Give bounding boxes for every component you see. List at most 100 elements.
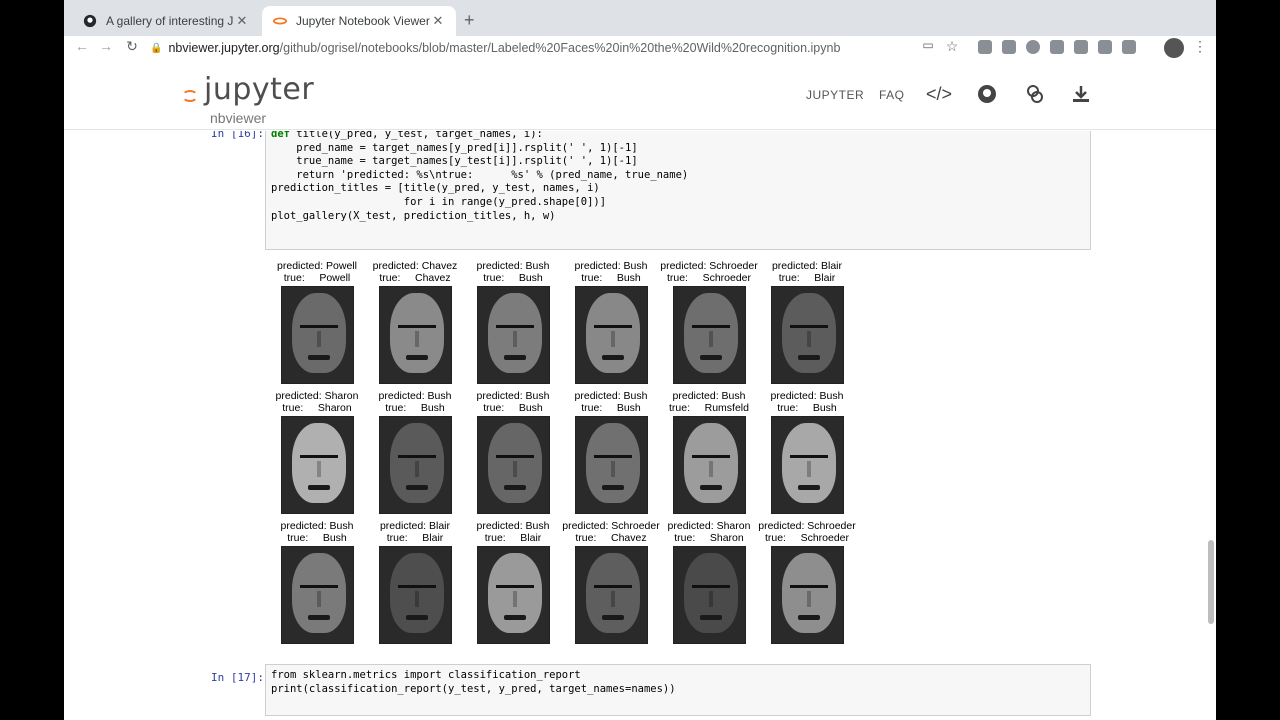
extension-icon[interactable] bbox=[1050, 40, 1064, 54]
face-mouth bbox=[405, 485, 428, 490]
predicted-label: predicted: Bush bbox=[574, 260, 648, 272]
predicted-label: predicted: Schroeder bbox=[758, 520, 856, 532]
jupyter-logo-icon bbox=[182, 90, 198, 102]
face-nose bbox=[512, 331, 517, 347]
gallery-item: predicted: Schroeder true: Schroeder bbox=[758, 520, 856, 644]
code-line: def title(y_pred, y_test, target_names, … bbox=[271, 131, 1085, 142]
tab-nbviewer[interactable]: Jupyter Notebook Viewer ✕ bbox=[262, 6, 456, 36]
code-text: title(y_pred, y_test, target_names, i): bbox=[296, 131, 543, 140]
gallery-item: predicted: Schroeder true: Chavez bbox=[562, 520, 660, 644]
nav-jupyter-link[interactable]: JUPYTER bbox=[806, 88, 864, 102]
face-image bbox=[476, 286, 550, 384]
browser-toolbar: ← → ↻ 🔒 nbviewer.jupyter.org /github/ogr… bbox=[64, 36, 1216, 60]
face-image bbox=[672, 546, 746, 644]
predicted-label: predicted: Bush bbox=[574, 390, 648, 402]
face-image bbox=[280, 546, 354, 644]
code-line: plot_gallery(X_test, prediction_titles, … bbox=[271, 209, 556, 222]
gallery-item: predicted: Bush true: Bush bbox=[366, 390, 464, 514]
extension-icon[interactable] bbox=[1074, 40, 1088, 54]
true-label: true: Blair bbox=[778, 272, 836, 284]
jupyter-logo[interactable]: jupyter nbviewer bbox=[182, 72, 315, 126]
true-label: true: Bush bbox=[385, 402, 445, 414]
notebook-body: In [16]: def title(y_pred, y_test, targe… bbox=[64, 131, 1216, 720]
face-image bbox=[672, 416, 746, 514]
logo-subtitle: nbviewer bbox=[210, 110, 267, 126]
address-bar[interactable]: 🔒 nbviewer.jupyter.org /github/ogrisel/n… bbox=[150, 36, 980, 60]
true-label: true: Sharon bbox=[674, 532, 744, 544]
profile-avatar[interactable] bbox=[1164, 38, 1184, 58]
menu-icon[interactable]: ⋮ bbox=[1190, 38, 1210, 55]
extension-icon[interactable] bbox=[978, 40, 992, 54]
logo-text: jupyter bbox=[204, 72, 315, 107]
extension-icon[interactable] bbox=[1026, 40, 1040, 54]
predicted-label: predicted: Bush bbox=[476, 520, 550, 532]
code-cell-16[interactable]: def title(y_pred, y_test, target_names, … bbox=[265, 131, 1091, 250]
face-mouth bbox=[405, 615, 428, 620]
bookmark-star-icon[interactable]: ☆ bbox=[942, 38, 962, 55]
binder-icon[interactable] bbox=[1024, 84, 1046, 106]
face-nose bbox=[316, 591, 321, 607]
face-image bbox=[770, 286, 844, 384]
tab-gallery[interactable]: A gallery of interesting Jupyter ✕ bbox=[72, 6, 260, 36]
gallery-item: predicted: Bush true: Bush bbox=[562, 260, 660, 384]
download-icon[interactable] bbox=[1070, 84, 1092, 106]
close-tab-icon[interactable]: ✕ bbox=[430, 13, 446, 29]
gallery-item: predicted: Sharon true: Sharon bbox=[268, 390, 366, 514]
github-favicon-icon bbox=[82, 13, 98, 29]
browser-window: A gallery of interesting Jupyter ✕ Jupyt… bbox=[64, 0, 1216, 720]
predicted-label: predicted: Bush bbox=[770, 390, 844, 402]
face-nose bbox=[512, 591, 517, 607]
face-nose bbox=[316, 331, 321, 347]
true-label: true: Powell bbox=[283, 272, 351, 284]
github-icon[interactable] bbox=[976, 84, 998, 106]
face-image bbox=[574, 416, 648, 514]
face-mouth bbox=[797, 355, 820, 360]
code-line: return 'predicted: %s\ntrue: %s' % (pred… bbox=[271, 168, 689, 181]
face-nose bbox=[806, 461, 811, 477]
gallery-item: predicted: Bush true: Bush bbox=[464, 390, 562, 514]
true-label: true: Bush bbox=[483, 272, 543, 284]
gallery-item: predicted: Bush true: Rumsfeld bbox=[660, 390, 758, 514]
page-scrollbar[interactable] bbox=[1208, 540, 1214, 624]
code-line: print(classification_report(y_test, y_pr… bbox=[271, 682, 676, 695]
true-label: true: Bush bbox=[777, 402, 837, 414]
face-nose bbox=[414, 331, 419, 347]
close-tab-icon[interactable]: ✕ bbox=[234, 13, 250, 29]
cell-prompt: In [16]: bbox=[211, 131, 264, 140]
gallery-item: predicted: Blair true: Blair bbox=[366, 520, 464, 644]
code-line: for i in range(y_pred.shape[0])] bbox=[271, 195, 607, 208]
gallery-item: predicted: Bush true: Bush bbox=[562, 390, 660, 514]
face-mouth bbox=[601, 485, 624, 490]
reload-icon[interactable]: ↻ bbox=[122, 38, 142, 55]
face-nose bbox=[414, 461, 419, 477]
url-path: /github/ogrisel/notebooks/blob/master/La… bbox=[279, 41, 841, 55]
code-icon[interactable]: </> bbox=[926, 84, 952, 106]
face-mouth bbox=[797, 485, 820, 490]
back-icon[interactable]: ← bbox=[72, 38, 92, 54]
face-nose bbox=[610, 331, 615, 347]
true-label: true: Schroeder bbox=[764, 532, 850, 544]
true-label: true: Chavez bbox=[379, 272, 451, 284]
face-nose bbox=[610, 461, 615, 477]
predicted-label: predicted: Chavez bbox=[372, 260, 458, 272]
extension-icon[interactable] bbox=[1122, 40, 1136, 54]
gallery-item: predicted: Bush true: Bush bbox=[268, 520, 366, 644]
new-tab-button[interactable]: + bbox=[464, 10, 475, 31]
predicted-label: predicted: Schroeder bbox=[562, 520, 660, 532]
true-label: true: Bush bbox=[287, 532, 347, 544]
extension-icon[interactable] bbox=[1098, 40, 1112, 54]
predicted-label: predicted: Powell bbox=[277, 260, 357, 272]
code-cell-17[interactable]: from sklearn.metrics import classificati… bbox=[265, 664, 1091, 716]
face-image bbox=[476, 546, 550, 644]
true-label: true: Blair bbox=[386, 532, 444, 544]
face-nose bbox=[806, 591, 811, 607]
code-line: from sklearn.metrics import classificati… bbox=[271, 669, 581, 681]
face-mouth bbox=[601, 355, 624, 360]
predicted-label: predicted: Sharon bbox=[667, 520, 751, 532]
forward-icon[interactable]: → bbox=[96, 38, 116, 54]
nav-faq-link[interactable]: FAQ bbox=[879, 88, 905, 102]
face-image bbox=[574, 286, 648, 384]
cast-icon[interactable]: ▭ bbox=[918, 38, 938, 52]
extension-icon[interactable] bbox=[1002, 40, 1016, 54]
true-label: true: Blair bbox=[484, 532, 542, 544]
